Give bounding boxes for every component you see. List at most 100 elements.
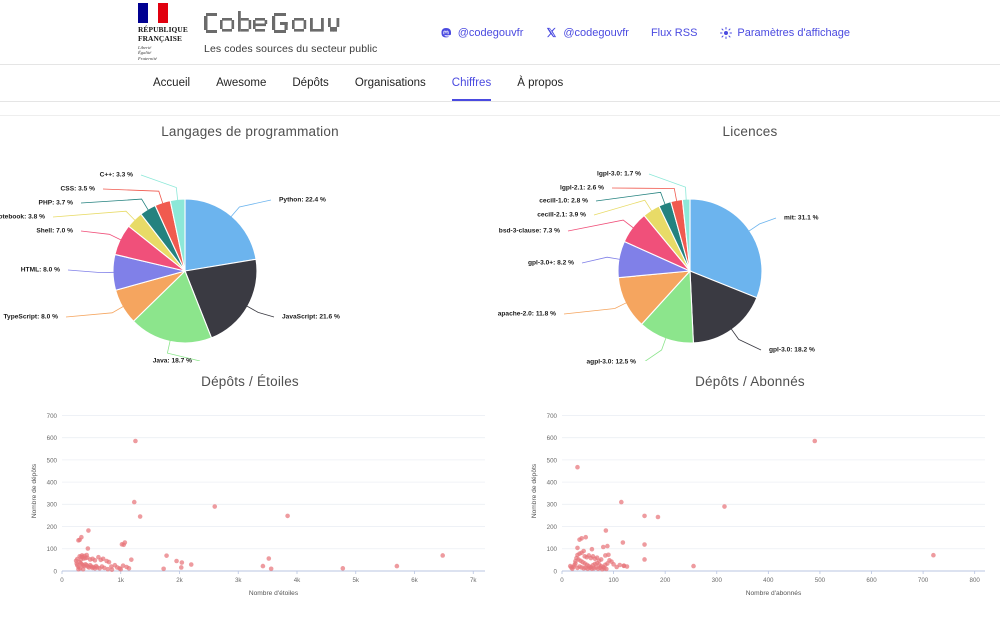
scatter-point[interactable] xyxy=(581,548,586,554)
scatter-point[interactable] xyxy=(604,566,609,572)
mastodon-link-label: @codegouvfr xyxy=(457,26,524,39)
scatter-point[interactable] xyxy=(174,558,179,564)
codegouv-logo[interactable]: Les codes sources du secteur public xyxy=(204,9,377,55)
y-axis-tick-label: 700 xyxy=(47,413,58,420)
scatter-point[interactable] xyxy=(76,538,81,543)
pie-slice-label: Python: 22.4 % xyxy=(279,196,326,204)
nav-item-accueil[interactable]: Accueil xyxy=(140,65,203,101)
scatter-point[interactable] xyxy=(118,566,124,572)
scatter-point[interactable] xyxy=(691,563,696,569)
scatter-point[interactable] xyxy=(812,438,818,444)
pie-leader-line xyxy=(567,219,634,232)
x-twitter-link-label: @codegouvfr xyxy=(563,26,629,39)
scatter-point[interactable] xyxy=(137,514,143,519)
scatter-point[interactable] xyxy=(394,563,400,569)
scatter-point[interactable] xyxy=(575,464,580,470)
site-header: RÉPUBLIQUE FRANÇAISE Liberté Égalité Fra… xyxy=(0,0,1000,64)
scatter-point[interactable] xyxy=(605,543,610,549)
nav-item-awesome[interactable]: Awesome xyxy=(203,65,279,101)
scatter-point[interactable] xyxy=(619,499,624,505)
mastodon-link[interactable]: @codegouvfr xyxy=(440,26,524,39)
panel-repos-stars: Dépôts / Étoiles 0 100 200 300 400 500 600 700 0… xyxy=(0,366,500,611)
scatter-point[interactable] xyxy=(931,552,936,558)
scatter-point[interactable] xyxy=(106,559,112,565)
nav-item-depots[interactable]: Dépôts xyxy=(279,65,341,101)
scatter-point[interactable] xyxy=(179,560,185,565)
scatter-point[interactable] xyxy=(605,561,610,566)
scatter-point[interactable] xyxy=(178,565,184,570)
scatter-point[interactable] xyxy=(268,566,274,572)
pie-leader-line xyxy=(246,305,275,318)
scatter-point[interactable] xyxy=(85,546,91,551)
x-axis-tick-label: 4k xyxy=(294,577,301,584)
scatter-point[interactable] xyxy=(260,563,266,569)
statistics-content: Langages de programmation Python: 22.4 %… xyxy=(0,102,1000,623)
pie-slice[interactable] xyxy=(184,198,257,272)
scatter-point[interactable] xyxy=(188,562,194,567)
x-axis-tick-label: 500 xyxy=(815,577,826,584)
scatter-point[interactable] xyxy=(642,542,647,547)
scatter-point[interactable] xyxy=(583,534,589,540)
scatter-point[interactable] xyxy=(121,542,126,548)
scatter-point[interactable] xyxy=(161,566,166,572)
scatter-point[interactable] xyxy=(92,558,98,563)
scatter-point[interactable] xyxy=(80,566,86,572)
scatter-point[interactable] xyxy=(642,513,647,519)
nav-item-a-propos[interactable]: À propos xyxy=(504,65,576,101)
scatter-point[interactable] xyxy=(642,557,647,562)
scatter-point[interactable] xyxy=(598,557,604,562)
y-axis-tick-label: 600 xyxy=(547,435,558,442)
scatter-point[interactable] xyxy=(131,499,137,505)
x-axis-tick-label: 3k xyxy=(235,577,242,584)
pie-slice-label: TypeScript: 8.0 % xyxy=(3,313,58,321)
pie-slice-label: C++: 3.3 % xyxy=(99,171,133,179)
scatter-point[interactable] xyxy=(133,438,138,444)
scatter-point[interactable] xyxy=(600,544,606,550)
pie-leader-line xyxy=(593,199,653,216)
scatter-point[interactable] xyxy=(266,556,272,561)
pie-leader-line xyxy=(644,337,667,361)
y-axis-tick-label: 100 xyxy=(547,546,558,553)
scatter-point[interactable] xyxy=(126,566,132,571)
pie-leader-line xyxy=(52,210,136,221)
scatter-point[interactable] xyxy=(655,514,661,520)
y-axis-tick-label: 700 xyxy=(547,413,558,420)
display-settings-link[interactable]: Paramètres d'affichage xyxy=(719,26,850,39)
x-axis-tick-label: 2k xyxy=(176,577,183,584)
scatter-point[interactable] xyxy=(722,504,727,509)
rss-link[interactable]: Flux RSS xyxy=(651,27,697,39)
scatter-point[interactable] xyxy=(285,513,290,519)
codegouv-wordmark-icon xyxy=(204,10,340,33)
scatter-point[interactable] xyxy=(621,563,627,568)
scatter-point[interactable] xyxy=(614,564,619,570)
nav-item-chiffres[interactable]: Chiffres xyxy=(439,65,504,101)
scatter-point[interactable] xyxy=(575,545,580,551)
display-settings-label: Paramètres d'affichage xyxy=(737,26,850,39)
y-axis-tick-label: 200 xyxy=(47,524,58,531)
scatter-point[interactable] xyxy=(86,528,91,533)
y-axis-tick-label: 0 xyxy=(54,568,58,575)
scatter-point[interactable] xyxy=(620,540,626,545)
scatter-point[interactable] xyxy=(129,557,134,562)
nav-item-organisations[interactable]: Organisations xyxy=(342,65,439,101)
pie-slice-label: gpl-3.0+: 8.2 % xyxy=(528,259,574,267)
scatter-point[interactable] xyxy=(109,567,115,572)
x-twitter-link[interactable]: @codegouvfr xyxy=(545,26,629,39)
scatter-point[interactable] xyxy=(212,504,218,509)
scatter-point[interactable] xyxy=(567,563,573,569)
scatter-point[interactable] xyxy=(440,553,446,558)
scatter-point[interactable] xyxy=(573,558,578,564)
scatter-point[interactable] xyxy=(164,553,169,558)
y-axis-tick-label: 500 xyxy=(547,457,558,464)
scatter-point[interactable] xyxy=(84,552,89,558)
panel-repos-subscribers: Dépôts / Abonnés 0 100 200 300 400 500 600 700 0… xyxy=(500,366,1000,611)
scatter-point[interactable] xyxy=(603,528,609,533)
repos-stars-scatter-chart: 0 100 200 300 400 500 600 700 0 1k 2k 3k 4k 5k 6k 7k Nom… xyxy=(0,389,500,625)
scatter-point[interactable] xyxy=(340,566,346,571)
y-axis-tick-label: 400 xyxy=(547,480,558,487)
rss-link-label: Flux RSS xyxy=(650,26,698,39)
scatter-point[interactable] xyxy=(589,546,595,552)
scatter-point[interactable] xyxy=(603,553,608,558)
french-flag-icon xyxy=(138,3,168,24)
scatter-point[interactable] xyxy=(577,537,582,542)
